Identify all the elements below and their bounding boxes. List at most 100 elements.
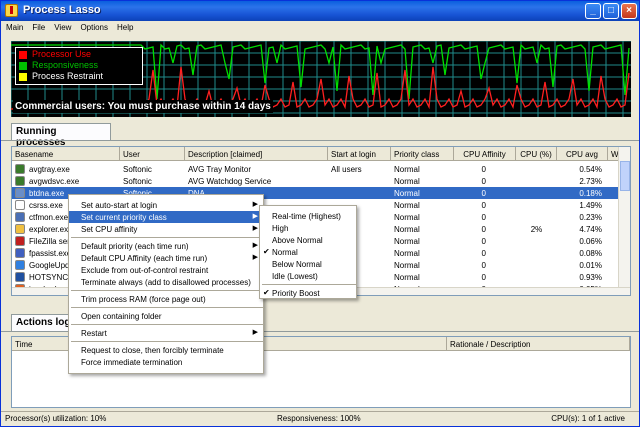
scrollbar-thumb[interactable] xyxy=(620,161,630,191)
status-responsiveness: Responsiveness: 100% xyxy=(277,414,361,423)
column-header[interactable]: CPU Affinity xyxy=(454,147,516,161)
menu-item-label: Priority Boost xyxy=(272,289,320,298)
menu-separator xyxy=(71,324,263,325)
cell-avg: 4.74% xyxy=(579,225,602,234)
table-row[interactable]: avgwdsvc.exe Softonic AVG Watchdog Service… xyxy=(12,175,630,187)
menu-item[interactable]: Set CPU affinity ▶ xyxy=(69,223,263,235)
cell-desc: AVG Tray Monitor xyxy=(188,165,251,174)
cell-prio: Normal xyxy=(394,213,420,222)
cell-desc: AVG Watchdog Service xyxy=(188,177,272,186)
legend-swatch xyxy=(19,50,27,59)
menu-item[interactable]: Request to close, then forcibly terminat… xyxy=(69,344,263,356)
menu-item[interactable]: Trim process RAM (force page out) xyxy=(69,293,263,305)
minimize-button[interactable]: _ xyxy=(585,3,601,19)
process-table-header: Basename User Description [claimed] Start a… xyxy=(12,147,630,161)
purchase-banner: Commercial users: You must purchase with… xyxy=(13,100,273,113)
app-window: Process Lasso _ □ × Main File View Options H… xyxy=(0,0,640,427)
menu-item-label: Trim process RAM (force page out) xyxy=(81,295,206,304)
menu-item-label: Restart xyxy=(81,329,107,338)
menu-item[interactable]: Set auto-start at login ▶ xyxy=(69,199,263,211)
menu-item[interactable]: Set current priority class ▶ xyxy=(69,211,263,223)
menu-item[interactable]: Restart ▶ xyxy=(69,327,263,339)
menu-item-label: Default CPU Affinity (each time run) xyxy=(81,254,208,263)
menu-item[interactable]: Real-time (Highest) xyxy=(260,210,356,222)
menu-item[interactable]: Idle (Lowest) xyxy=(260,270,356,282)
process-icon xyxy=(15,248,25,258)
column-header-rationale[interactable]: Rationale / Description xyxy=(447,337,630,351)
menu-item-label: Idle (Lowest) xyxy=(272,272,318,281)
menu-item[interactable]: Default priority (each time run) ▶ xyxy=(69,240,263,252)
column-header[interactable]: CPU (%) xyxy=(516,147,557,161)
app-icon xyxy=(5,4,18,17)
process-context-menu: Set auto-start at login ▶ Set current prio… xyxy=(68,194,264,374)
submenu-arrow-icon: ▶ xyxy=(252,254,258,261)
cell-name: avgwdsvc.exe xyxy=(29,177,80,186)
process-icon xyxy=(15,212,25,222)
cell-user: Softonic xyxy=(123,177,152,186)
menu-help[interactable]: Help xyxy=(112,21,137,32)
cell-avg: 0.23% xyxy=(579,213,602,222)
cell-avg: 1.49% xyxy=(579,201,602,210)
column-header[interactable]: CPU avg xyxy=(557,147,608,161)
menu-item[interactable]: Above Normal xyxy=(260,234,356,246)
column-header[interactable]: Priority class xyxy=(391,147,454,161)
cell-cpu: 2% xyxy=(530,225,543,234)
menu-main[interactable]: Main xyxy=(1,21,27,32)
process-icon xyxy=(15,188,25,198)
cell-prio: Normal xyxy=(394,201,420,210)
submenu-arrow-icon: ▶ xyxy=(252,329,258,336)
cell-aff: 0 xyxy=(481,225,486,234)
cell-avg: 0.08% xyxy=(579,249,602,258)
menu-item-label: High xyxy=(272,224,289,233)
legend-processor-use: Processor Use xyxy=(19,49,139,60)
menu-separator xyxy=(71,290,263,291)
process-icon xyxy=(15,260,25,270)
cell-prio: Normal xyxy=(394,189,420,198)
maximize-button[interactable]: □ xyxy=(603,3,619,19)
menu-separator xyxy=(71,237,263,238)
menu-file[interactable]: File xyxy=(27,21,49,32)
cell-name: avgtray.exe xyxy=(29,165,70,174)
cell-cpu xyxy=(516,199,557,211)
column-header[interactable]: Basename xyxy=(12,147,120,161)
menu-item-label: Below Normal xyxy=(272,260,322,269)
menu-view[interactable]: View xyxy=(49,21,75,32)
menu-item[interactable]: High xyxy=(260,222,356,234)
legend-process-restraint: Process Restraint xyxy=(19,71,139,82)
menu-item[interactable]: Terminate always (add to disallowed proc… xyxy=(69,276,263,288)
cell-prio: Normal xyxy=(394,249,420,258)
table-row[interactable]: avgtray.exe Softonic AVG Tray Monitor All u… xyxy=(12,163,630,175)
cell-aff: 0 xyxy=(481,177,486,186)
process-table-scrollbar[interactable] xyxy=(618,147,630,295)
title-bar[interactable]: Process Lasso _ □ × xyxy=(1,1,639,21)
cell-prio: Normal xyxy=(394,177,420,186)
menu-item[interactable]: Exclude from out-of-control restraint xyxy=(69,264,263,276)
menu-item[interactable]: Default CPU Affinity (each time run) ▶ xyxy=(69,252,263,264)
menu-item[interactable]: Priority Boost ✔ xyxy=(260,287,356,299)
column-header[interactable]: Start at login xyxy=(328,147,391,161)
menu-item[interactable]: Normal ✔ xyxy=(260,246,356,258)
menu-options[interactable]: Options xyxy=(75,21,112,32)
legend-swatch xyxy=(19,72,27,81)
tab-actions-log[interactable]: Actions log xyxy=(11,314,71,331)
cell-aff: 0 xyxy=(481,237,486,246)
menu-item[interactable]: Force immediate termination xyxy=(69,356,263,368)
column-header[interactable]: User xyxy=(120,147,185,161)
checkmark-icon: ✔ xyxy=(263,247,270,256)
cell-cpu xyxy=(516,163,557,175)
cell-avg: 2.73% xyxy=(579,177,602,186)
menu-item-label: Above Normal xyxy=(272,236,323,245)
menu-item[interactable]: Below Normal xyxy=(260,258,356,270)
close-button[interactable]: × xyxy=(621,3,637,19)
status-cpu-count: CPU(s): 1 of 1 active xyxy=(551,414,625,423)
cell-aff: 0 xyxy=(481,213,486,222)
menu-item-label: Request to close, then forcibly terminat… xyxy=(81,346,224,355)
tab-running-processes[interactable]: Running processes xyxy=(11,123,111,148)
column-header[interactable]: Description [claimed] xyxy=(185,147,328,161)
cell-prio: Normal xyxy=(394,237,420,246)
checkmark-icon: ✔ xyxy=(263,288,270,297)
submenu-arrow-icon: ▶ xyxy=(252,201,258,208)
process-icon xyxy=(15,164,25,174)
menu-item[interactable]: Open containing folder xyxy=(69,310,263,322)
menu-item-label: Exclude from out-of-control restraint xyxy=(81,266,209,275)
